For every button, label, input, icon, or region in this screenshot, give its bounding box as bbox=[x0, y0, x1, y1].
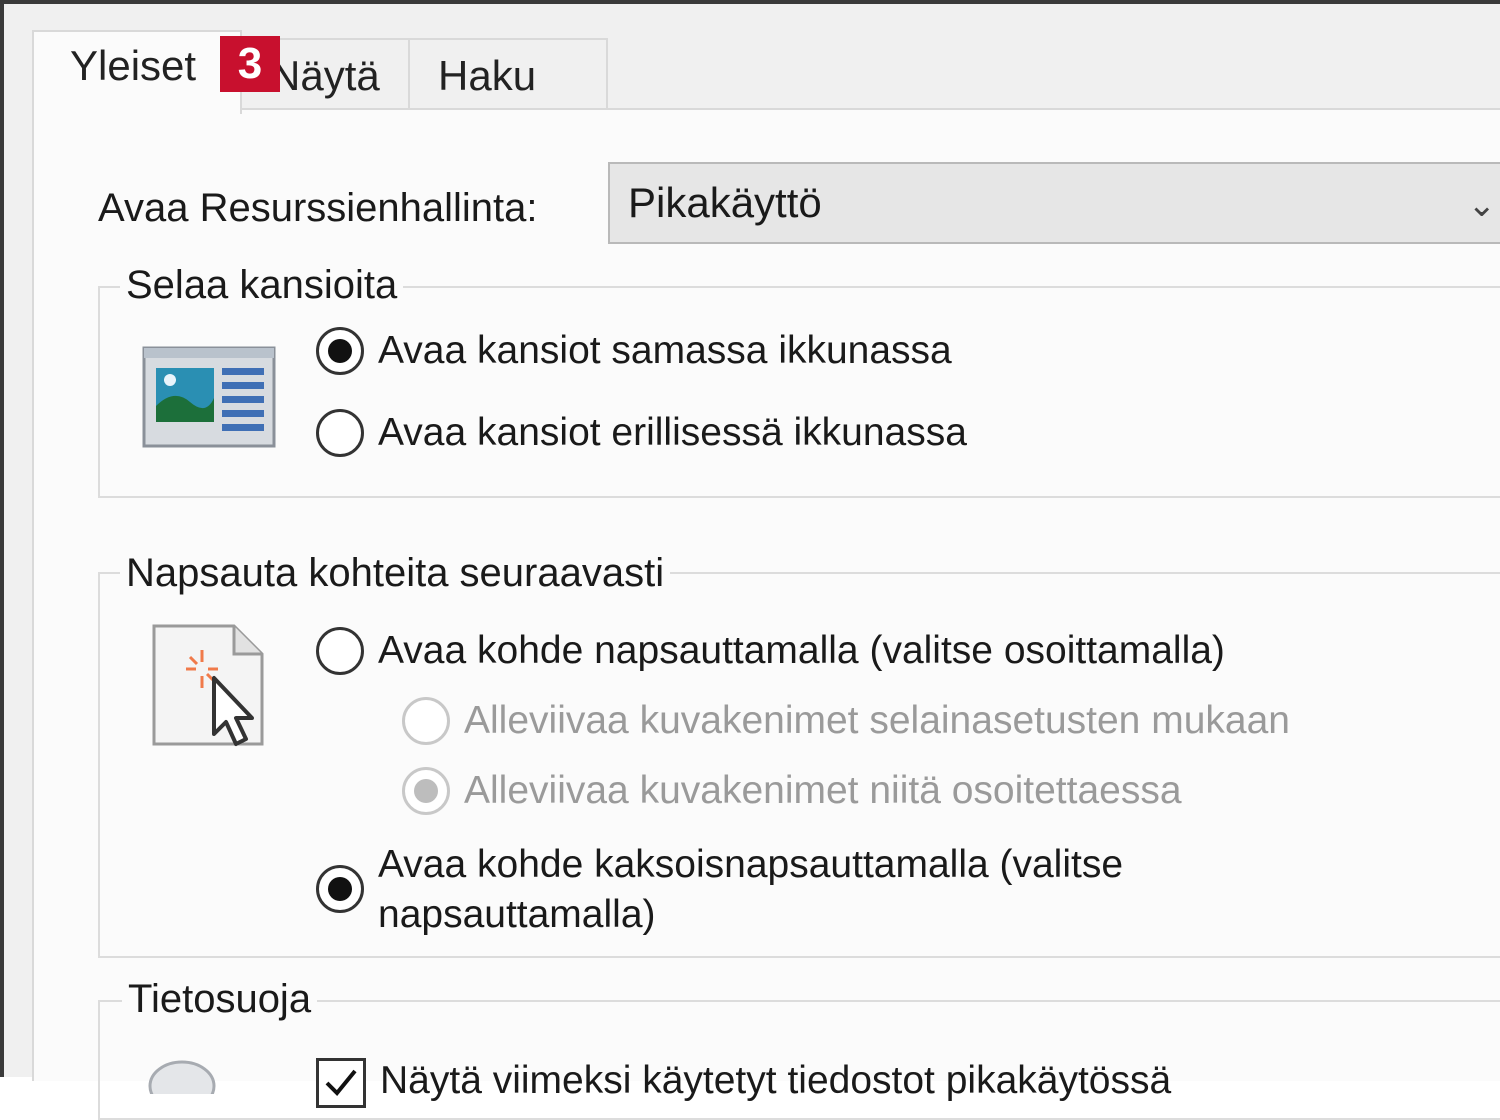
open-folders-separate-window-radio[interactable] bbox=[316, 409, 364, 457]
single-click-radio[interactable] bbox=[316, 627, 364, 675]
folder-options-window: Haku Näytä Yleiset 3 Avaa Resurssienhall… bbox=[0, 0, 1500, 1120]
single-click-label: Avaa kohde napsauttamalla (valitse osoit… bbox=[378, 629, 1225, 672]
tab-yleiset[interactable]: Yleiset bbox=[32, 30, 242, 114]
underline-browser-settings-option[interactable]: Alleviivaa kuvakenimet selainasetusten m… bbox=[402, 696, 1290, 746]
double-click-label-line1: Avaa kohde kaksoisnapsauttamalla (valits… bbox=[378, 843, 1124, 886]
browse-folders-legend: Selaa kansioita bbox=[120, 260, 404, 310]
open-explorer-label: Avaa Resurssienhallinta: bbox=[98, 186, 538, 230]
privacy-legend: Tietosuoja bbox=[122, 974, 318, 1024]
show-recent-files-checkbox[interactable] bbox=[316, 1058, 366, 1108]
underline-on-hover-radio[interactable] bbox=[402, 767, 450, 815]
browse-folders-group bbox=[98, 286, 1500, 498]
privacy-shield-icon bbox=[148, 1060, 216, 1094]
double-click-label: Avaa kohde kaksoisnapsauttamalla (valits… bbox=[378, 840, 1123, 940]
open-explorer-dropdown[interactable]: Pikakäyttö ⌄ bbox=[608, 162, 1500, 244]
open-explorer-selected-value: Pikakäyttö bbox=[628, 179, 822, 226]
double-click-option[interactable]: Avaa kohde kaksoisnapsauttamalla (valits… bbox=[316, 840, 1123, 940]
open-folders-same-window-label: Avaa kansiot samassa ikkunassa bbox=[378, 329, 952, 372]
underline-browser-settings-radio[interactable] bbox=[402, 697, 450, 745]
tab-haku[interactable]: Haku bbox=[406, 38, 608, 110]
underline-on-hover-option[interactable]: Alleviivaa kuvakenimet niitä osoitettaes… bbox=[402, 766, 1182, 816]
double-click-radio[interactable] bbox=[316, 865, 364, 913]
open-folders-separate-window-label: Avaa kansiot erillisessä ikkunassa bbox=[378, 411, 967, 454]
pointer-click-icon bbox=[152, 624, 264, 746]
show-recent-files-label: Näytä viimeksi käytetyt tiedostot pikakä… bbox=[380, 1059, 1172, 1102]
underline-browser-settings-label: Alleviivaa kuvakenimet selainasetusten m… bbox=[464, 699, 1290, 742]
open-folders-separate-window-option[interactable]: Avaa kansiot erillisessä ikkunassa bbox=[316, 408, 967, 458]
single-click-option[interactable]: Avaa kohde napsauttamalla (valitse osoit… bbox=[316, 626, 1225, 676]
step-number-badge: 3 bbox=[220, 36, 280, 92]
open-folders-same-window-option[interactable]: Avaa kansiot samassa ikkunassa bbox=[316, 326, 952, 376]
check-mark-icon bbox=[325, 1069, 357, 1096]
double-click-label-line2: napsauttamalla) bbox=[378, 893, 656, 936]
click-items-legend: Napsauta kohteita seuraavasti bbox=[120, 548, 671, 598]
chevron-down-icon: ⌄ bbox=[1467, 186, 1497, 224]
underline-on-hover-label: Alleviivaa kuvakenimet niitä osoitettaes… bbox=[464, 769, 1182, 812]
folder-window-icon bbox=[142, 346, 276, 448]
open-folders-same-window-radio[interactable] bbox=[316, 327, 364, 375]
